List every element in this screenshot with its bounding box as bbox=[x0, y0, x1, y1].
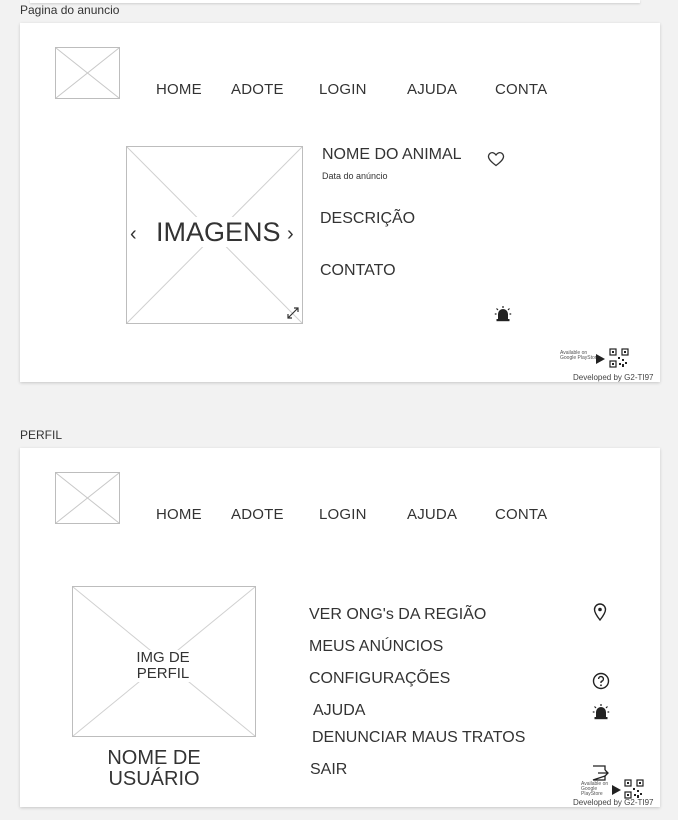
gallery-prev-arrow[interactable]: ‹ bbox=[130, 223, 137, 246]
help-circle-icon[interactable] bbox=[592, 672, 610, 690]
alarm-icon[interactable] bbox=[592, 703, 610, 721]
menu-denunciar[interactable]: DENUNCIAR MAUS TRATOS bbox=[312, 729, 525, 747]
profile-image-label-line1: IMG DE bbox=[136, 649, 190, 666]
frame-anuncio: HOME ADOTE LOGIN AJUDA CONTA ‹ IMAGENS ›… bbox=[20, 23, 660, 382]
username-line1: NOME DE bbox=[107, 747, 201, 769]
frame-label-anuncio: Pagina do anuncio bbox=[20, 3, 120, 17]
previous-frame-edge bbox=[30, 0, 640, 3]
logo-placeholder[interactable] bbox=[55, 472, 120, 524]
gallery-label: IMAGENS bbox=[156, 217, 281, 247]
nav-home[interactable]: HOME bbox=[156, 506, 202, 523]
nav-adote[interactable]: ADOTE bbox=[231, 506, 284, 523]
frame-perfil: HOME ADOTE LOGIN AJUDA CONTA IMG DE PERF… bbox=[20, 448, 660, 807]
nav-login[interactable]: LOGIN bbox=[319, 506, 367, 523]
nav-ajuda[interactable]: AJUDA bbox=[407, 81, 457, 98]
animal-name: NOME DO ANIMAL bbox=[322, 146, 462, 163]
nav-conta[interactable]: CONTA bbox=[495, 81, 547, 98]
profile-image-label: IMG DE PERFIL bbox=[122, 650, 204, 682]
expand-icon[interactable] bbox=[286, 306, 300, 320]
menu-sair[interactable]: SAIR bbox=[310, 761, 347, 779]
nav-home[interactable]: HOME bbox=[156, 81, 202, 98]
play-icon[interactable] bbox=[594, 353, 606, 365]
developed-by: Developed by G2-TI97 bbox=[573, 798, 654, 807]
nav-ajuda[interactable]: AJUDA bbox=[407, 506, 457, 523]
menu-configuracoes[interactable]: CONFIGURAÇÕES bbox=[309, 670, 450, 688]
qr-code-icon[interactable] bbox=[609, 348, 629, 368]
alarm-icon[interactable] bbox=[494, 305, 512, 323]
profile-image-label-line2: PERFIL bbox=[136, 665, 190, 682]
location-pin-icon[interactable] bbox=[593, 603, 607, 621]
username: NOME DE USUÁRIO bbox=[90, 748, 218, 790]
menu-ver-ongs[interactable]: VER ONG's DA REGIÃO bbox=[309, 606, 486, 624]
developed-by: Developed by G2-TI97 bbox=[573, 373, 654, 382]
username-line2: USUÁRIO bbox=[108, 768, 200, 790]
menu-meus-anuncios[interactable]: MEUS ANÚNCIOS bbox=[309, 638, 443, 656]
contact-label[interactable]: CONTATO bbox=[320, 262, 396, 280]
qr-code-icon[interactable] bbox=[624, 779, 644, 799]
description-label: DESCRIÇÃO bbox=[320, 210, 416, 227]
heart-icon[interactable] bbox=[487, 151, 505, 167]
play-icon[interactable] bbox=[610, 784, 622, 796]
logout-icon[interactable] bbox=[592, 765, 609, 781]
nav-adote[interactable]: ADOTE bbox=[231, 81, 284, 98]
ad-date: Data do anúncio bbox=[322, 171, 388, 181]
nav-login[interactable]: LOGIN bbox=[319, 81, 367, 98]
gallery-next-arrow[interactable]: › bbox=[287, 223, 294, 246]
frame-label-perfil: PERFIL bbox=[20, 428, 63, 442]
logo-placeholder[interactable] bbox=[55, 47, 120, 99]
menu-ajuda[interactable]: AJUDA bbox=[313, 702, 365, 720]
nav-conta[interactable]: CONTA bbox=[495, 506, 547, 523]
